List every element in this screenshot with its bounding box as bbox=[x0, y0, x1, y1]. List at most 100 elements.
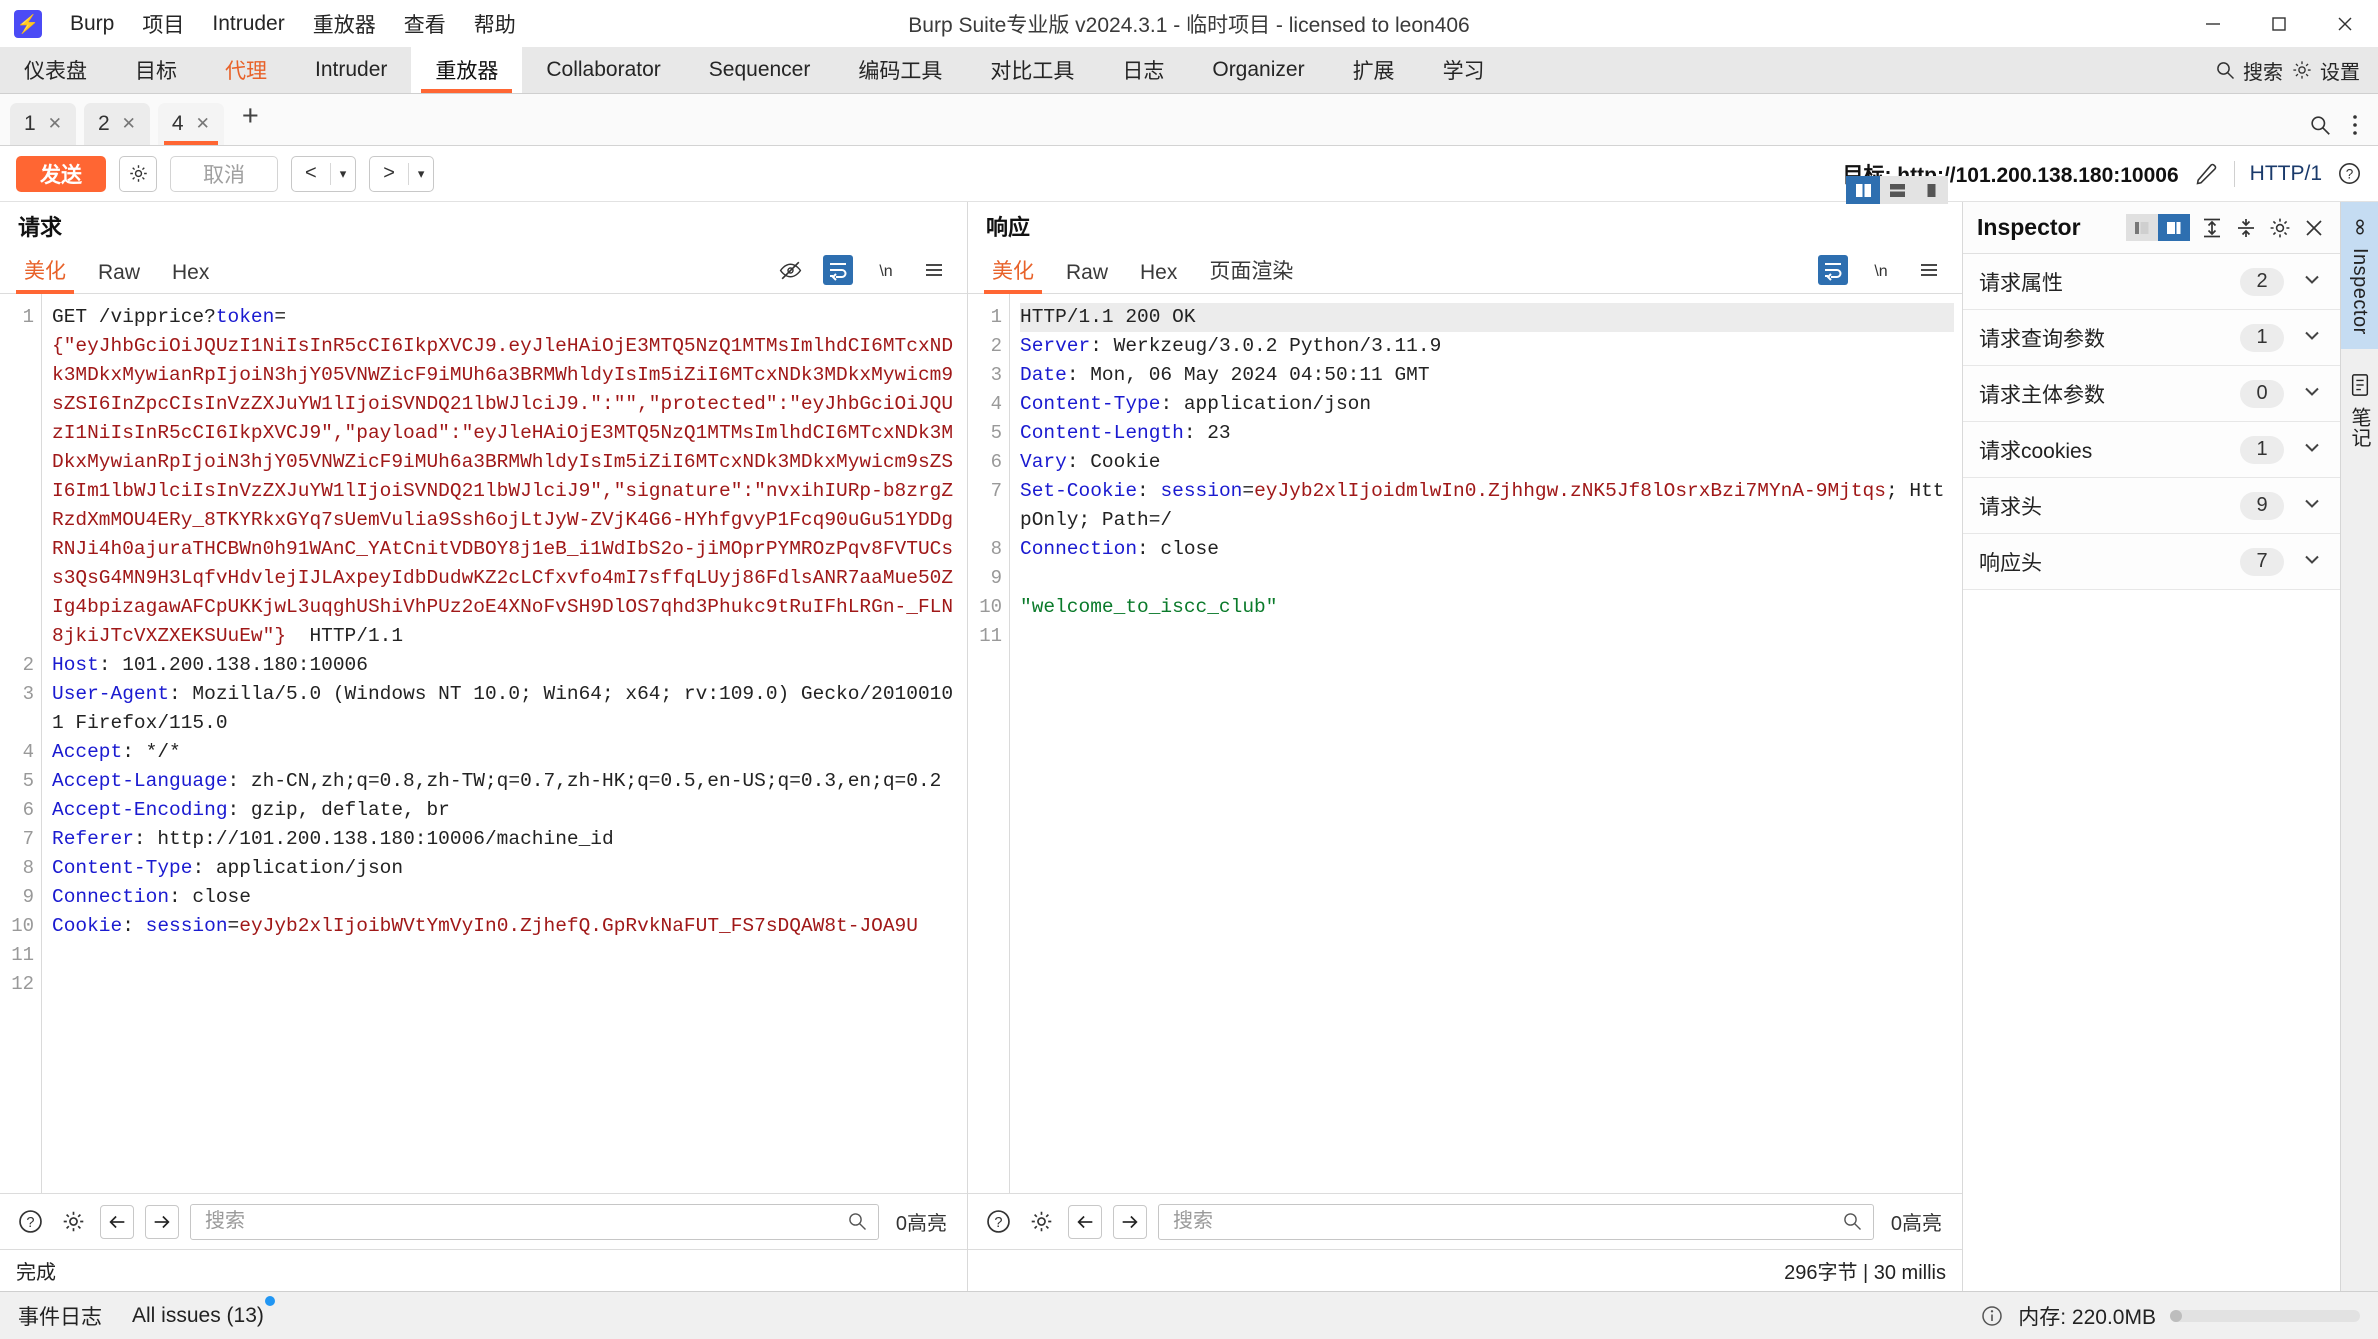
inspector-expand-all-icon[interactable] bbox=[2200, 215, 2224, 239]
repeater-tab-2[interactable]: 2 ✕ bbox=[83, 103, 150, 145]
main-tab-3[interactable]: Intruder bbox=[291, 47, 411, 93]
layout-single-button[interactable] bbox=[1914, 176, 1948, 204]
close-button[interactable] bbox=[2312, 0, 2378, 47]
inspector-row-1[interactable]: 请求查询参数 1 bbox=[1963, 310, 2340, 366]
minimize-button[interactable] bbox=[2180, 0, 2246, 47]
help-button[interactable]: ? bbox=[2337, 161, 2362, 186]
response-editor[interactable]: 1 2 3 4 5 6 7 8 9 10 11 HTTP/1.1 200 OK Server: Wer… bbox=[968, 294, 1962, 1193]
all-issues-link[interactable]: All issues (13) bbox=[132, 1295, 275, 1328]
chevron-down-icon[interactable] bbox=[2300, 547, 2324, 577]
send-options-button[interactable] bbox=[119, 155, 157, 192]
inspector-row-2[interactable]: 请求主体参数 0 bbox=[1963, 366, 2340, 422]
request-search-box[interactable] bbox=[190, 1203, 879, 1240]
inspector-dock-left-button[interactable] bbox=[2126, 214, 2158, 241]
editor-menu-icon[interactable] bbox=[919, 255, 949, 285]
chevron-down-icon[interactable] bbox=[2300, 267, 2324, 297]
close-icon[interactable]: ✕ bbox=[196, 114, 210, 134]
main-tab-0[interactable]: 仪表盘 bbox=[0, 47, 111, 93]
main-tab-9[interactable]: 日志 bbox=[1098, 47, 1188, 93]
request-code[interactable]: GET /vipprice?token= {"eyJhbGciOiJQUzI1Ni… bbox=[42, 294, 967, 1193]
http-version-label[interactable]: HTTP/1 bbox=[2250, 162, 2322, 186]
main-tab-7[interactable]: 编码工具 bbox=[834, 47, 966, 93]
layout-side-by-side-button[interactable] bbox=[1846, 176, 1880, 204]
repeater-overflow-menu-icon[interactable] bbox=[2352, 113, 2358, 137]
edit-target-button[interactable] bbox=[2194, 161, 2219, 186]
main-tab-4[interactable]: 重放器 bbox=[411, 47, 523, 93]
main-tab-1[interactable]: 目标 bbox=[111, 47, 201, 93]
main-tab-5[interactable]: Collaborator bbox=[522, 47, 684, 93]
chevron-down-icon[interactable] bbox=[2300, 323, 2324, 353]
response-view-tab-1[interactable]: Raw bbox=[1050, 261, 1124, 293]
find-settings-icon[interactable] bbox=[1025, 1206, 1057, 1238]
response-search-input[interactable] bbox=[1173, 1210, 1842, 1233]
inspector-row-5[interactable]: 响应头 7 bbox=[1963, 534, 2340, 590]
request-view-tab-1[interactable]: Raw bbox=[82, 261, 156, 293]
request-editor[interactable]: 1 2 3 4 5 6 7 8 9 10 11 12 GET /vipprice?token= {"ey… bbox=[0, 294, 967, 1193]
repeater-tab-1[interactable]: 1 ✕ bbox=[10, 103, 76, 145]
main-tab-12[interactable]: 学习 bbox=[1419, 47, 1509, 93]
main-tab-11[interactable]: 扩展 bbox=[1329, 47, 1419, 93]
main-tab-2[interactable]: 代理 bbox=[201, 47, 291, 93]
inspector-row-4[interactable]: 请求头 9 bbox=[1963, 478, 2340, 534]
main-tab-6[interactable]: Sequencer bbox=[685, 47, 835, 93]
repeater-tab-4[interactable]: 4 ✕ bbox=[157, 103, 224, 145]
editor-menu-icon[interactable] bbox=[1914, 255, 1944, 285]
newline-icon[interactable]: \n bbox=[1866, 255, 1896, 285]
menu-item-0[interactable]: Burp bbox=[56, 8, 128, 40]
settings-button[interactable]: 设置 bbox=[2291, 56, 2360, 85]
inspector-collapse-all-icon[interactable] bbox=[2234, 215, 2258, 239]
inspector-row-3[interactable]: 请求cookies 1 bbox=[1963, 422, 2340, 478]
rail-item-notes[interactable]: 笔记 bbox=[2341, 359, 2378, 462]
request-view-tab-2[interactable]: Hex bbox=[156, 261, 225, 293]
maximize-button[interactable] bbox=[2246, 0, 2312, 47]
find-settings-icon[interactable] bbox=[57, 1206, 89, 1238]
menu-item-4[interactable]: 查看 bbox=[390, 5, 460, 43]
close-icon[interactable]: ✕ bbox=[122, 114, 136, 134]
inspector-panel: Inspector 请求属性 2 请求查询参数 1 请求主体参数 0 请求coo… bbox=[1962, 202, 2340, 1291]
menu-item-3[interactable]: 重放器 bbox=[299, 5, 390, 43]
inspector-dock-right-button[interactable] bbox=[2158, 214, 2190, 241]
rail-item-inspector[interactable]: Inspector bbox=[2340, 202, 2378, 349]
repeater-search-icon[interactable] bbox=[2309, 113, 2332, 137]
inspector-row-0[interactable]: 请求属性 2 bbox=[1963, 254, 2340, 310]
request-search-input[interactable] bbox=[205, 1210, 847, 1233]
event-log-link[interactable]: 事件日志 bbox=[18, 1301, 102, 1331]
response-search-box[interactable] bbox=[1158, 1203, 1874, 1240]
new-repeater-tab-button[interactable]: + bbox=[232, 100, 271, 139]
help-icon[interactable]: ? bbox=[14, 1206, 46, 1238]
main-tab-10[interactable]: Organizer bbox=[1188, 47, 1328, 93]
word-wrap-icon[interactable] bbox=[823, 255, 853, 285]
repeater-tab-label: 1 bbox=[24, 112, 36, 135]
memory-bar[interactable] bbox=[2170, 1309, 2360, 1322]
help-icon[interactable]: ? bbox=[982, 1206, 1014, 1238]
send-button[interactable]: 发送 bbox=[16, 155, 106, 192]
find-next-button[interactable] bbox=[145, 1204, 179, 1239]
newline-icon[interactable]: \n bbox=[871, 255, 901, 285]
response-view-tab-0[interactable]: 美化 bbox=[976, 255, 1050, 294]
chevron-down-icon[interactable] bbox=[2300, 435, 2324, 465]
chevron-down-icon[interactable] bbox=[2300, 491, 2324, 521]
response-code[interactable]: HTTP/1.1 200 OK Server: Werkzeug/3.0.2 Py… bbox=[1010, 294, 1962, 1193]
global-search-button[interactable]: 搜索 bbox=[2215, 56, 2283, 85]
layout-stacked-button[interactable] bbox=[1880, 176, 1914, 204]
inspector-close-icon[interactable] bbox=[2302, 215, 2326, 239]
request-view-tab-0[interactable]: 美化 bbox=[8, 255, 82, 294]
close-icon[interactable]: ✕ bbox=[48, 114, 62, 134]
response-view-tab-2[interactable]: Hex bbox=[1124, 261, 1193, 293]
response-view-tab-3[interactable]: 页面渲染 bbox=[1193, 255, 1309, 293]
word-wrap-icon[interactable] bbox=[1818, 255, 1848, 285]
menu-item-1[interactable]: 项目 bbox=[128, 5, 198, 43]
inspector-settings-icon[interactable] bbox=[2268, 215, 2292, 239]
hide-preview-icon[interactable] bbox=[775, 255, 805, 285]
menu-item-5[interactable]: 帮助 bbox=[460, 5, 530, 43]
main-tab-8[interactable]: 对比工具 bbox=[966, 47, 1098, 93]
forward-button[interactable]: > ▾ bbox=[369, 155, 435, 192]
cancel-button[interactable]: 取消 bbox=[170, 155, 278, 192]
find-prev-button[interactable] bbox=[100, 1204, 134, 1239]
window-controls bbox=[2180, 0, 2378, 47]
menu-item-2[interactable]: Intruder bbox=[198, 8, 298, 40]
find-prev-button[interactable] bbox=[1068, 1204, 1102, 1239]
back-button[interactable]: < ▾ bbox=[291, 155, 357, 192]
chevron-down-icon[interactable] bbox=[2300, 379, 2324, 409]
find-next-button[interactable] bbox=[1113, 1204, 1147, 1239]
